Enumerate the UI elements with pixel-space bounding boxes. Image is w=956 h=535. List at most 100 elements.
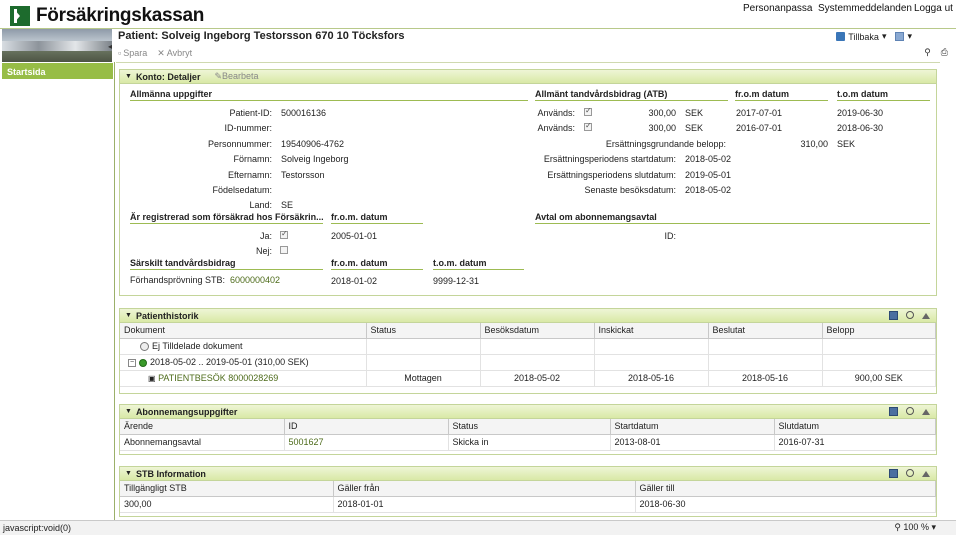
export-icon[interactable]: [889, 469, 898, 478]
country-value: SE: [281, 200, 294, 210]
column-header[interactable]: Besöksdatum: [480, 323, 595, 339]
chevron-down-icon: ▾: [907, 31, 912, 41]
export-icon[interactable]: [889, 407, 898, 416]
history-panel-title: Patienthistorik: [135, 310, 199, 321]
table-row: − 2018-05-02 .. 2019-05-01 (310,00 SEK): [120, 354, 936, 371]
collapse-up-icon[interactable]: [922, 313, 930, 319]
collapse-up-icon[interactable]: [922, 471, 930, 477]
subscription-id-link[interactable]: 5001627: [289, 437, 324, 447]
export-icon[interactable]: [889, 311, 898, 320]
insured-heading: Är registrerad som försäkrad hos Försäkr…: [130, 212, 323, 224]
decided-date-cell: 2018-05-16: [708, 370, 823, 387]
table-header-row: Dokument Status Besöksdatum Inskickat Be…: [120, 323, 936, 339]
period-cell[interactable]: − 2018-05-02 .. 2019-05-01 (310,00 SEK): [120, 354, 367, 371]
insured-no-label: Nej:: [255, 246, 272, 256]
collapse-tree-icon[interactable]: −: [128, 358, 136, 367]
column-header[interactable]: Dokument: [120, 323, 367, 339]
insured-yes-checkbox[interactable]: [280, 229, 288, 239]
atb-amount: 300,00: [648, 108, 676, 118]
edit-button[interactable]: ✎Bearbeta: [214, 71, 258, 82]
period-start-value: 2018-05-02: [685, 154, 732, 164]
status-cell: Mottagen: [366, 370, 481, 387]
column-header[interactable]: Ärende: [120, 419, 285, 435]
column-header[interactable]: Status: [366, 323, 481, 339]
last-visit-value: 2018-05-02: [685, 185, 732, 195]
status-text: javascript:void(0): [3, 523, 72, 533]
atb-to: 2018-06-30: [837, 123, 884, 133]
status-bar: javascript:void(0): [0, 520, 956, 535]
back-label: Tillbaka: [848, 31, 879, 42]
insured-yes-label: Ja:: [259, 231, 272, 241]
column-header[interactable]: Tillgängligt STB: [120, 481, 334, 497]
subscription-agreement-heading: Avtal om abonnemangsavtal: [535, 212, 930, 224]
collapse-sidebar-icon[interactable]: ◂: [108, 42, 112, 51]
column-header[interactable]: ID: [284, 419, 449, 435]
unassigned-docs-cell[interactable]: Ej Tilldelade dokument: [120, 338, 367, 355]
valid-to-cell: 2018-06-30: [635, 496, 936, 513]
table-row: ▣ PATIENTBESÖK 8000028269 Mottagen 2018-…: [120, 370, 936, 387]
search-icon[interactable]: [906, 407, 914, 415]
logo-icon: [10, 6, 30, 26]
personnummer-value: 19540906-4762: [281, 139, 345, 149]
history-panel: ▼ Patienthistorik Dokument Status Besöks…: [119, 308, 937, 394]
zoom-icon[interactable]: ⚲: [924, 47, 931, 58]
insured-yes-from: 2005-01-01: [331, 231, 378, 241]
banner-image: [2, 29, 112, 62]
table-row: 300,00 2018-01-01 2018-06-30: [120, 496, 936, 513]
save-icon: ▫: [118, 48, 122, 58]
zoom-control[interactable]: ⚲ 100 % ▾: [894, 522, 936, 533]
stb-info-panel-header: ▼ STB Information: [120, 467, 936, 481]
account-panel-header: ▼ Konto: Detaljer ✎Bearbeta: [120, 70, 936, 84]
save-button[interactable]: ▫ Spara: [118, 46, 147, 60]
valid-from-cell: 2018-01-01: [333, 496, 636, 513]
window-icon[interactable]: [895, 32, 905, 41]
header-divider: [0, 28, 956, 29]
collapse-up-icon[interactable]: [922, 409, 930, 415]
column-header[interactable]: Slutdatum: [774, 419, 936, 435]
stb-from-heading: fr.o.m. datum: [331, 258, 423, 270]
table-row: Ej Tilldelade dokument: [120, 338, 936, 355]
sidebar-item-startsida[interactable]: Startsida: [2, 63, 113, 79]
search-icon[interactable]: [906, 311, 914, 319]
column-header[interactable]: Gäller från: [333, 481, 636, 497]
account-panel-title: Konto: Detaljer: [135, 71, 201, 82]
subscriptions-panel: ▼ Abonnemangsuppgifter Ärende ID Status …: [119, 404, 937, 455]
logout-link[interactable]: Logga ut: [914, 3, 953, 14]
search-icon[interactable]: [906, 469, 914, 477]
collapse-icon[interactable]: ▼: [125, 312, 132, 319]
end-date-cell: 2016-07-31: [774, 434, 936, 451]
column-header[interactable]: Belopp: [822, 323, 936, 339]
atb-used-checkbox[interactable]: [584, 121, 592, 131]
column-header[interactable]: Startdatum: [610, 419, 775, 435]
personanpassa-link[interactable]: Personanpassa: [743, 3, 813, 14]
start-date-cell: 2013-08-01: [610, 434, 775, 451]
collapse-icon[interactable]: ▼: [125, 408, 132, 415]
collapse-icon[interactable]: ▼: [125, 470, 132, 477]
cancel-button[interactable]: ✕ Avbryt: [157, 46, 192, 60]
visit-document-link[interactable]: PATIENTBESÖK 8000028269: [158, 373, 278, 383]
chevron-down-icon: ▾: [931, 522, 936, 532]
systemmeddelanden-link[interactable]: Systemmeddelanden: [818, 3, 912, 14]
toolbar-right: ⚲ ⎙: [924, 47, 948, 58]
stb-label: Förhandsprövning STB:: [130, 275, 226, 285]
zoom-level: 100 %: [903, 522, 929, 532]
column-header[interactable]: Gäller till: [635, 481, 936, 497]
atb-from: 2017-07-01: [736, 108, 783, 118]
stb-info-panel-title: STB Information: [135, 468, 206, 479]
table-header-row: Tillgängligt STB Gäller från Gäller till: [120, 481, 936, 497]
atb-used-checkbox[interactable]: [584, 106, 592, 116]
period-start-label: Ersättningsperiodens startdatum:: [543, 154, 676, 164]
stb-info-table: Tillgängligt STB Gäller från Gäller till…: [120, 481, 936, 513]
document-icon: [140, 342, 149, 352]
firstname-label: Förnamn:: [233, 154, 272, 164]
atb-currency: SEK: [685, 123, 704, 133]
column-header[interactable]: Status: [448, 419, 611, 435]
back-button[interactable]: Tillbaka ▾ ▾: [836, 31, 912, 42]
column-header[interactable]: Beslutat: [708, 323, 823, 339]
print-icon[interactable]: ⎙: [941, 47, 948, 58]
stb-to-heading: t.o.m. datum: [433, 258, 524, 270]
column-header[interactable]: Inskickat: [594, 323, 709, 339]
collapse-icon[interactable]: ▼: [125, 73, 132, 80]
stb-link[interactable]: 6000000402: [230, 275, 280, 285]
insured-no-checkbox[interactable]: [280, 246, 288, 254]
